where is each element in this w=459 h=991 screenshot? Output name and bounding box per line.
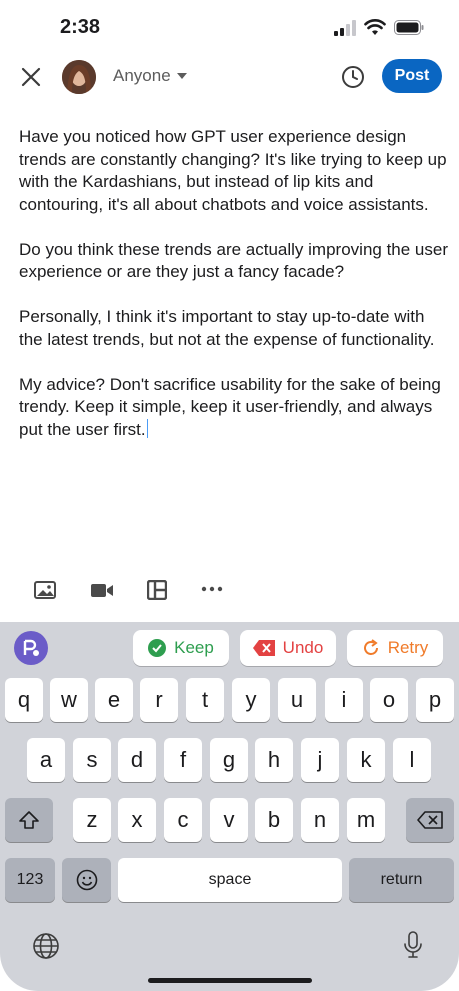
post-paragraph-last: My advice? Don't sacrifice usability for… xyxy=(19,374,449,442)
keep-label: Keep xyxy=(174,638,214,657)
key-o[interactable]: o xyxy=(370,678,408,722)
status-time: 2:38 xyxy=(60,16,101,38)
audience-label: Anyone xyxy=(113,66,171,85)
backspace-icon xyxy=(417,811,443,829)
key-r[interactable]: r xyxy=(140,678,178,722)
key-w[interactable]: w xyxy=(50,678,88,722)
status-bar: 2:38 xyxy=(0,0,459,52)
home-indicator xyxy=(148,978,312,983)
shift-key[interactable] xyxy=(5,798,53,842)
key-i[interactable]: i xyxy=(325,678,363,722)
key-z[interactable]: z xyxy=(73,798,111,842)
image-icon[interactable] xyxy=(34,580,56,600)
avatar[interactable] xyxy=(62,60,96,94)
key-q[interactable]: q xyxy=(5,678,43,722)
key-x[interactable]: x xyxy=(118,798,156,842)
emoji-key[interactable] xyxy=(62,858,111,902)
globe-icon[interactable] xyxy=(32,932,60,960)
keep-button[interactable]: Keep xyxy=(133,630,229,666)
undo-button[interactable]: Undo xyxy=(240,630,336,666)
ai-suggestion-bar: Keep Undo Retry xyxy=(0,622,459,672)
video-icon[interactable] xyxy=(90,580,114,600)
key-c[interactable]: c xyxy=(164,798,202,842)
numbers-key[interactable]: 123 xyxy=(5,858,55,902)
key-b[interactable]: b xyxy=(255,798,293,842)
backspace-key[interactable] xyxy=(406,798,454,842)
post-paragraph: My advice? Don't sacrifice usability for… xyxy=(19,374,441,439)
key-s[interactable]: s xyxy=(73,738,111,782)
cellular-signal-icon xyxy=(334,20,356,36)
post-paragraph: Personally, I think it's important to st… xyxy=(19,307,435,349)
key-y[interactable]: y xyxy=(232,678,270,722)
caret-down-icon xyxy=(176,73,187,79)
key-u[interactable]: u xyxy=(278,678,316,722)
retry-label: Retry xyxy=(387,638,429,657)
return-key[interactable]: return xyxy=(349,858,454,902)
delete-back-icon xyxy=(252,640,275,656)
emoji-icon xyxy=(76,869,97,891)
battery-icon xyxy=(394,20,424,35)
key-g[interactable]: g xyxy=(210,738,248,782)
post-paragraph: Have you noticed how GPT user experience… xyxy=(19,127,447,214)
retry-button[interactable]: Retry xyxy=(347,630,443,666)
ai-assistant-logo-icon[interactable] xyxy=(14,631,48,665)
key-l[interactable]: l xyxy=(393,738,431,782)
post-text-editor[interactable]: Have you noticed how GPT user experience… xyxy=(19,126,449,464)
key-a[interactable]: a xyxy=(27,738,65,782)
template-icon[interactable] xyxy=(147,580,167,600)
refresh-icon xyxy=(363,639,378,655)
key-v[interactable]: v xyxy=(210,798,248,842)
shift-icon xyxy=(19,811,39,829)
space-key[interactable]: space xyxy=(118,858,342,902)
post-button[interactable]: Post xyxy=(382,59,442,93)
key-f[interactable]: f xyxy=(164,738,202,782)
composer-toolbar xyxy=(0,576,459,606)
key-d[interactable]: d xyxy=(118,738,156,782)
key-m[interactable]: m xyxy=(347,798,385,842)
key-t[interactable]: t xyxy=(186,678,224,722)
key-k[interactable]: k xyxy=(347,738,385,782)
schedule-clock-icon[interactable] xyxy=(340,64,366,90)
key-e[interactable]: e xyxy=(95,678,133,722)
microphone-icon[interactable] xyxy=(402,930,424,960)
wifi-icon xyxy=(364,19,386,35)
more-icon[interactable] xyxy=(201,586,223,592)
undo-label: Undo xyxy=(282,638,324,657)
audience-selector[interactable]: Anyone xyxy=(113,66,187,86)
check-circle-icon xyxy=(148,639,167,657)
key-j[interactable]: j xyxy=(301,738,339,782)
close-icon[interactable] xyxy=(18,64,44,90)
composer-header: Anyone Post xyxy=(0,54,459,100)
key-n[interactable]: n xyxy=(301,798,339,842)
key-p[interactable]: p xyxy=(416,678,454,722)
keyboard: Keep Undo Retry q w e r t y u i o p a s … xyxy=(0,622,459,991)
text-cursor xyxy=(146,418,149,438)
key-h[interactable]: h xyxy=(255,738,293,782)
post-paragraph: Do you think these trends are actually i… xyxy=(19,239,449,282)
